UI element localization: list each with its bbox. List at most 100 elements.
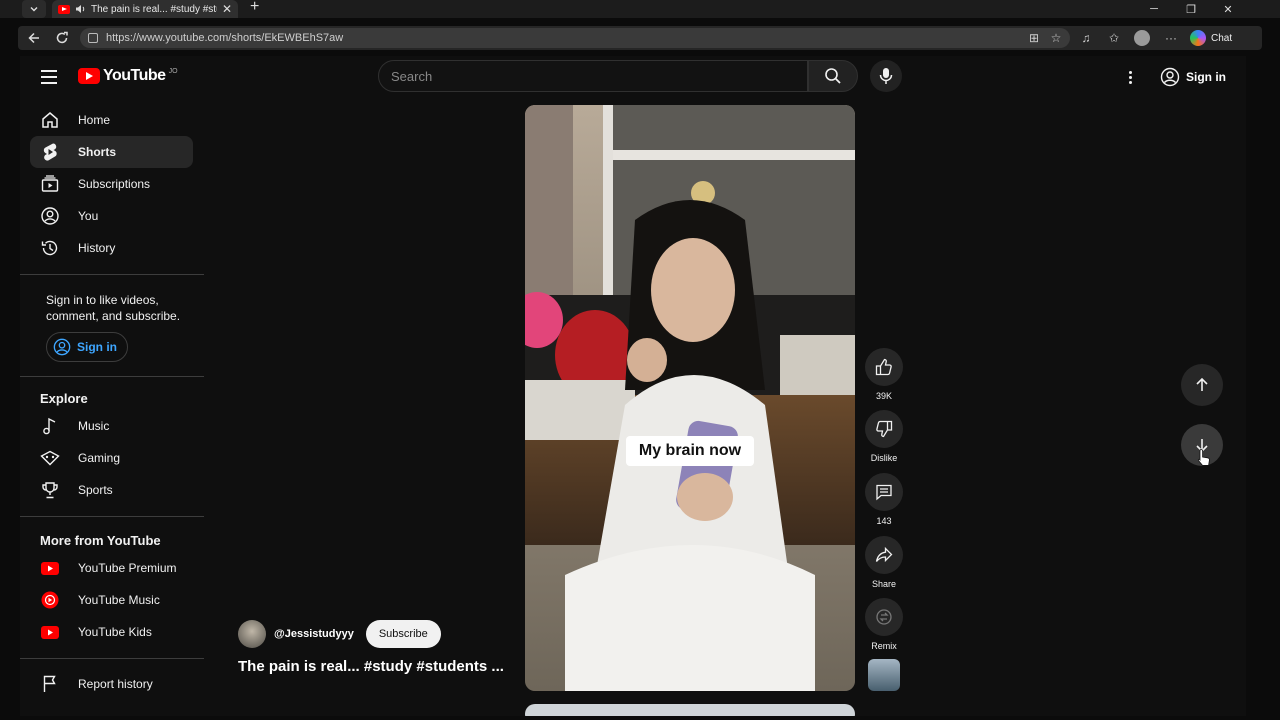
like-count: 39K <box>875 391 892 401</box>
sidebar-item-label: Home <box>78 113 111 127</box>
browser-titlebar: The pain is real... #study #stu ✕ + ─ ❐ … <box>0 0 1280 18</box>
chevron-down-icon <box>30 7 38 12</box>
sidebar-divider <box>20 274 204 275</box>
favorites-icon[interactable]: ✩ <box>1104 28 1124 48</box>
browser-menu-icon[interactable]: ··· <box>1161 28 1181 48</box>
shorts-icon <box>40 142 60 162</box>
channel-handle[interactable]: @Jessistudyyy <box>274 628 354 640</box>
guide-menu-button[interactable] <box>34 66 64 88</box>
site-info-icon[interactable] <box>88 33 98 43</box>
subscribe-button[interactable]: Subscribe <box>365 620 441 648</box>
sidebar-divider <box>20 658 204 659</box>
close-window-button[interactable]: ✕ <box>1210 0 1246 18</box>
sidebar-divider <box>20 516 204 517</box>
dislike-label: Dislike <box>870 453 898 463</box>
sign-in-prompt: Sign in to like videos, comment, and sub… <box>46 293 181 323</box>
remix-button[interactable] <box>865 598 903 636</box>
you-icon <box>40 206 60 226</box>
back-button[interactable] <box>22 26 46 50</box>
short-video-player[interactable] <box>525 105 855 691</box>
favorite-star-icon[interactable]: ☆ <box>1046 28 1066 48</box>
history-icon <box>40 238 60 258</box>
trophy-icon <box>40 480 60 500</box>
new-tab-button[interactable]: + <box>250 0 259 16</box>
remix-action[interactable]: Remix <box>865 598 903 651</box>
sign-in-label: Sign in <box>1186 70 1226 84</box>
read-aloud-icon[interactable]: ♫ <box>1076 28 1096 48</box>
app-available-icon[interactable]: ⊞ <box>1024 28 1044 48</box>
like-action[interactable]: 39K <box>865 348 903 401</box>
next-short-preview[interactable] <box>525 704 855 716</box>
account-circle-icon <box>1160 67 1180 87</box>
share-action[interactable]: Share <box>865 536 903 589</box>
address-bar[interactable]: https://www.youtube.com/shorts/EkEWBEhS7… <box>80 28 1070 48</box>
video-frame-image <box>525 105 855 691</box>
youtube-logo[interactable]: YouTube JO <box>78 67 178 85</box>
voice-search-button[interactable] <box>870 60 902 92</box>
explore-heading: Explore <box>40 391 88 406</box>
youtube-favicon-icon <box>58 4 70 14</box>
sidebar-item-subscriptions[interactable]: Subscriptions <box>30 168 193 200</box>
search-input[interactable]: Search <box>378 60 808 92</box>
country-code: JO <box>168 67 178 75</box>
speaker-icon[interactable] <box>75 4 86 14</box>
share-icon <box>875 546 893 563</box>
comment-count: 143 <box>876 516 892 526</box>
comments-action[interactable]: 143 <box>865 473 903 526</box>
sidebar-item-gaming[interactable]: Gaming <box>30 442 193 474</box>
like-button[interactable] <box>865 348 903 386</box>
sidebar-item-label: History <box>78 241 116 255</box>
restore-button[interactable]: ❐ <box>1173 0 1209 18</box>
sidebar-item-shorts[interactable]: Shorts <box>30 136 193 168</box>
sidebar-item-sports[interactable]: Sports <box>30 474 193 506</box>
music-icon <box>40 416 60 436</box>
sound-thumbnail[interactable] <box>868 659 900 691</box>
profile-avatar[interactable] <box>1132 28 1152 48</box>
arrow-up-icon <box>1196 377 1208 391</box>
reload-button[interactable] <box>50 26 74 50</box>
sidebar-item-you[interactable]: You <box>30 200 193 232</box>
browser-tab-active[interactable]: The pain is real... #study #stu ✕ <box>52 0 238 18</box>
youtube-wordmark: YouTube <box>103 67 166 84</box>
channel-avatar[interactable] <box>238 620 266 648</box>
subscriptions-icon <box>40 174 60 194</box>
sidebar-item-history[interactable]: History <box>30 232 193 264</box>
reload-icon <box>56 31 68 44</box>
sidebar-item-youtube-music[interactable]: YouTube Music <box>30 584 193 616</box>
share-button[interactable] <box>865 536 903 574</box>
tab-list-button[interactable] <box>22 0 46 18</box>
copilot-chat-button[interactable]: Chat <box>1190 28 1246 48</box>
dislike-button[interactable] <box>865 410 903 448</box>
youtube-kids-icon <box>40 622 60 642</box>
dislike-action[interactable]: Dislike <box>865 410 903 463</box>
video-caption-overlay: My brain now <box>626 436 754 466</box>
youtube-premium-icon <box>40 558 60 578</box>
sign-in-button[interactable]: Sign in <box>1154 64 1232 90</box>
sidebar-sign-in-button[interactable]: Sign in <box>46 332 128 362</box>
url-text: https://www.youtube.com/shorts/EkEWBEhS7… <box>106 32 344 44</box>
account-circle-icon <box>53 338 71 356</box>
comments-button[interactable] <box>865 473 903 511</box>
sidebar-item-youtube-kids[interactable]: YouTube Kids <box>30 616 193 648</box>
settings-more-button[interactable] <box>1120 66 1140 88</box>
share-label: Share <box>871 579 897 589</box>
search-icon <box>825 68 841 84</box>
sidebar-item-label: You <box>78 209 99 223</box>
short-title[interactable]: The pain is real... #study #students ... <box>238 658 508 675</box>
tab-close-icon[interactable]: ✕ <box>222 2 232 16</box>
arrow-left-icon <box>28 32 39 44</box>
sidebar-item-report-history[interactable]: Report history <box>30 668 193 700</box>
sidebar-item-youtube-premium[interactable]: YouTube Premium <box>30 552 193 584</box>
sidebar-divider <box>20 376 204 377</box>
sidebar-item-home[interactable]: Home <box>30 104 193 136</box>
tab-title: The pain is real... #study #stu <box>91 3 217 15</box>
sidebar-item-label: Report history <box>78 677 153 691</box>
microphone-icon <box>879 68 893 84</box>
sidebar-item-music[interactable]: Music <box>30 410 193 442</box>
comment-icon <box>876 484 892 501</box>
remix-label: Remix <box>871 641 897 651</box>
search-button[interactable] <box>808 60 858 92</box>
minimize-button[interactable]: ─ <box>1136 0 1172 18</box>
previous-short-button[interactable] <box>1181 364 1223 406</box>
youtube-page: YouTube JO Search Sign in Home Shorts Su <box>20 56 1246 716</box>
